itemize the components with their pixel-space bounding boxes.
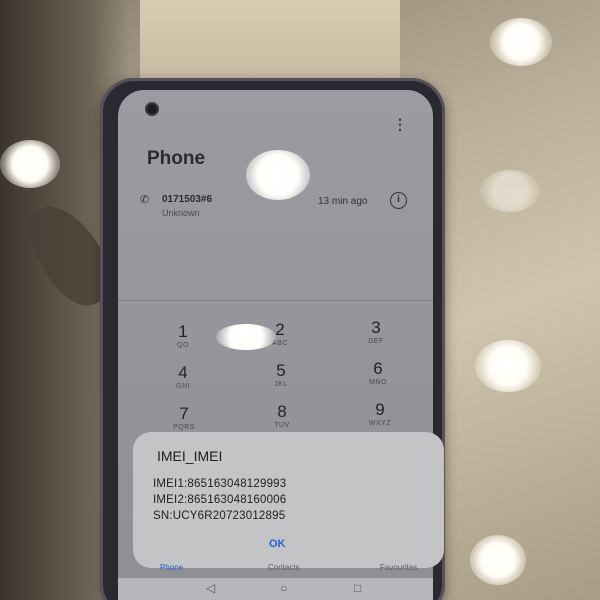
tab-contacts[interactable]: Contacts — [268, 563, 300, 572]
key-letters: GHI — [176, 383, 190, 390]
tab-favourites[interactable]: Favourites — [380, 563, 417, 572]
back-icon[interactable]: ◁ — [206, 581, 215, 595]
front-camera — [145, 102, 159, 116]
ceiling-light-reflection — [475, 340, 541, 392]
home-icon[interactable]: ○ — [280, 581, 287, 595]
background-top-surface — [140, 0, 400, 90]
key-letters: TUV — [274, 422, 290, 429]
key-digit: 9 — [375, 400, 385, 419]
imei2-value: IMEI2:865163048160006 — [153, 494, 287, 506]
dialog-title: IMEI_IMEI — [157, 448, 223, 464]
info-icon[interactable]: i — [390, 192, 407, 209]
key-letters: WXYZ — [368, 420, 392, 427]
more-vertical-icon[interactable]: ⋮ — [393, 116, 407, 133]
key-letters: PQRS — [173, 424, 195, 431]
ok-button[interactable]: OK — [269, 538, 286, 550]
keypad-key-8[interactable]: 8 TUV — [252, 402, 312, 429]
keypad-key-6[interactable]: 6 MNO — [348, 359, 408, 386]
key-digit: 7 — [179, 404, 189, 423]
key-letters: JKL — [274, 381, 288, 388]
recents-icon[interactable]: □ — [354, 581, 361, 595]
navigation-bar: ◁ ○ □ — [118, 578, 433, 600]
key-letters: QO — [177, 342, 189, 349]
key-digit: 5 — [276, 361, 286, 380]
keypad-key-7[interactable]: 7 PQRS — [154, 404, 214, 431]
key-letters: DEF — [368, 338, 384, 345]
key-digit: 3 — [371, 318, 381, 337]
ceiling-light-reflection — [490, 18, 552, 66]
keypad-key-4[interactable]: 4 GHI — [153, 363, 213, 390]
keypad-key-1[interactable]: 1 QO — [153, 322, 213, 349]
call-outgoing-icon: ✆ — [140, 194, 150, 206]
recent-call-label: Unknown — [162, 208, 200, 218]
key-digit: 6 — [373, 359, 383, 378]
tab-phone[interactable]: Phone — [160, 563, 183, 572]
key-digit: 4 — [178, 363, 188, 382]
recent-call-time: 13 min ago — [318, 196, 368, 207]
keypad-key-9[interactable]: 9 WXYZ — [350, 400, 410, 427]
screen-glare — [246, 150, 310, 200]
keypad-key-5[interactable]: 5 JKL — [251, 361, 311, 388]
recent-call-number[interactable]: 0171503#6 — [162, 194, 212, 205]
imei1-value: IMEI1:865163048129993 — [153, 478, 287, 490]
key-digit: 8 — [277, 402, 287, 421]
page-title: Phone — [147, 148, 206, 169]
serial-number-value: SN:UCY6R20723012895 — [153, 510, 286, 522]
screen-glare — [216, 324, 276, 350]
imei-dialog: IMEI_IMEI IMEI1:865163048129993 IMEI2:86… — [133, 432, 444, 568]
ceiling-light-reflection — [470, 535, 526, 585]
ceiling-light-reflection — [0, 140, 60, 188]
keypad-key-3[interactable]: 3 DEF — [346, 318, 406, 345]
ceiling-light-reflection — [480, 170, 540, 212]
key-digit: 1 — [178, 322, 188, 341]
key-letters: MNO — [369, 379, 387, 386]
divider — [118, 300, 433, 301]
